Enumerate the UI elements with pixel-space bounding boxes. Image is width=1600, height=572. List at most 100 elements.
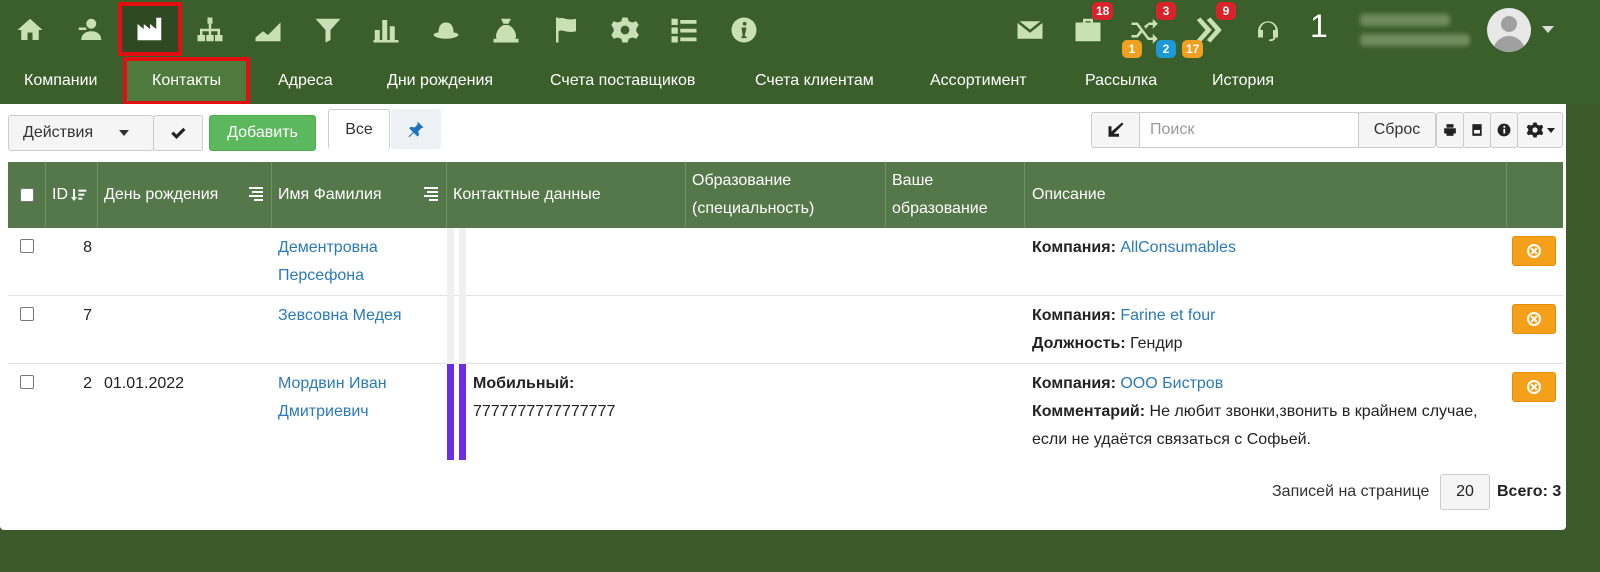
row-description: Компания: ООО Бистров Комментарий: Не лю… bbox=[1032, 370, 1502, 454]
row-description: Компания: Farine et four Должность: Генд… bbox=[1032, 302, 1216, 358]
print-button[interactable] bbox=[1436, 112, 1464, 148]
actions-dropdown[interactable]: Действия bbox=[8, 115, 154, 151]
apply-button[interactable] bbox=[153, 115, 203, 151]
tab-history[interactable]: История bbox=[1212, 58, 1274, 104]
table-row[interactable]: 2 01.01.2022 Мордвин Иван Дмитриевич Моб… bbox=[8, 364, 1563, 460]
caret-down-icon bbox=[1546, 127, 1555, 133]
select-all-checkbox[interactable] bbox=[19, 188, 34, 202]
info-icon[interactable] bbox=[724, 10, 764, 50]
col-description[interactable]: Описание bbox=[1025, 162, 1507, 228]
home-icon[interactable] bbox=[10, 10, 50, 50]
actions-label: Действия bbox=[23, 124, 94, 141]
contact-stripe bbox=[447, 296, 454, 364]
col-description-label: Описание bbox=[1032, 186, 1106, 203]
row-checkbox[interactable] bbox=[20, 307, 34, 321]
delete-button[interactable] bbox=[1512, 304, 1556, 334]
export-button[interactable] bbox=[1463, 112, 1491, 148]
company-link[interactable]: ООО Бистров bbox=[1120, 375, 1223, 392]
contact-name-line-1: Дементровна bbox=[278, 239, 378, 256]
select-all-cell bbox=[8, 162, 46, 228]
row-checkbox[interactable] bbox=[20, 239, 34, 253]
col-education[interactable]: Образование (специальность) bbox=[686, 162, 886, 228]
factory-icon[interactable] bbox=[118, 2, 182, 56]
collapse-search-button[interactable] bbox=[1091, 112, 1140, 148]
row-id: 2 bbox=[83, 375, 92, 392]
per-page-select[interactable]: 20 bbox=[1440, 474, 1490, 510]
col-birthday-label: День рождения bbox=[104, 186, 219, 203]
hat-icon[interactable] bbox=[426, 10, 466, 50]
chevron-down-icon[interactable] bbox=[1542, 26, 1554, 33]
gear-icon[interactable] bbox=[605, 10, 645, 50]
tab-addresses[interactable]: Адреса bbox=[278, 58, 333, 104]
caret-down-icon bbox=[119, 130, 130, 136]
delete-button[interactable] bbox=[1512, 236, 1556, 266]
company-link[interactable]: AllConsumables bbox=[1120, 239, 1236, 256]
area-chart-icon[interactable] bbox=[248, 10, 288, 50]
col-your-education-label-1: Ваше bbox=[892, 172, 934, 189]
tab-contacts[interactable]: Контакты bbox=[122, 57, 251, 105]
col-contacts[interactable]: Контактные данные bbox=[447, 162, 686, 228]
comment-line-1: Не любит звонки,звонить в крайнем случае… bbox=[1149, 403, 1478, 420]
contact-name-link[interactable]: Дементровна Персефона bbox=[278, 234, 378, 290]
table-row[interactable]: 7 Зевсовна Медея Компания: Farine et fou… bbox=[8, 296, 1563, 364]
top-icon-bar: 18 1 3 2 9 17 1 bbox=[0, 0, 1600, 58]
col-actions bbox=[1507, 162, 1563, 228]
money-bag-icon[interactable] bbox=[486, 10, 526, 50]
contact-stripe bbox=[459, 364, 466, 460]
remove-circle-icon bbox=[1527, 244, 1541, 258]
contact-name-line-1: Зевсовна Медея bbox=[278, 307, 402, 324]
col-education-label-2: (специальность) bbox=[692, 200, 815, 217]
checkmark-icon bbox=[171, 127, 186, 139]
contact-name-link[interactable]: Зевсовна Медея bbox=[278, 302, 402, 330]
tab-supplier-invoices[interactable]: Счета поставщиков bbox=[550, 58, 695, 104]
col-your-education[interactable]: Ваше образование bbox=[886, 162, 1025, 228]
col-id[interactable]: ID bbox=[46, 162, 98, 228]
avatar[interactable] bbox=[1487, 8, 1531, 52]
col-name[interactable]: Имя Фамилия bbox=[272, 162, 447, 228]
contact-name-line-2: Персефона bbox=[278, 267, 364, 284]
filter-tab-all[interactable]: Все bbox=[328, 109, 390, 149]
tab-companies[interactable]: Компании bbox=[24, 58, 98, 104]
contact-stripe bbox=[459, 228, 466, 296]
tab-birthdays[interactable]: Дни рождения bbox=[387, 58, 493, 104]
reset-button[interactable]: Сброс bbox=[1358, 112, 1436, 148]
per-page-label: Записей на странице bbox=[1272, 483, 1430, 500]
filter-icon[interactable] bbox=[308, 10, 348, 50]
envelope-icon[interactable] bbox=[1010, 10, 1050, 50]
contact-stripe bbox=[459, 296, 466, 364]
table-row[interactable]: 8 Дементровна Персефона Компания: AllCon… bbox=[8, 228, 1563, 296]
list-icon[interactable] bbox=[664, 10, 704, 50]
add-button[interactable]: Добавить bbox=[209, 115, 316, 151]
forward-sub-badge: 17 bbox=[1182, 40, 1204, 58]
contact-stripe bbox=[447, 228, 454, 296]
remove-circle-icon bbox=[1527, 380, 1541, 394]
search-input[interactable] bbox=[1139, 112, 1359, 148]
contacts-icon[interactable] bbox=[70, 10, 110, 50]
position-label: Должность: bbox=[1032, 335, 1126, 352]
pin-tab[interactable] bbox=[391, 109, 441, 149]
row-contacts: Мобильный: 7777777777777777 bbox=[473, 370, 615, 426]
org-structure-icon[interactable] bbox=[190, 10, 230, 50]
user-name-blurred[interactable] bbox=[1360, 10, 1470, 50]
gear-icon bbox=[1526, 122, 1543, 138]
row-birthday: 01.01.2022 bbox=[104, 375, 185, 392]
tab-client-invoices[interactable]: Счета клиентам bbox=[755, 58, 874, 104]
headset-icon[interactable] bbox=[1248, 10, 1288, 50]
position-value: Гендир bbox=[1130, 335, 1183, 352]
col-contacts-label: Контактные данные bbox=[453, 186, 601, 203]
row-id: 7 bbox=[83, 307, 92, 324]
bar-chart-icon[interactable] bbox=[366, 10, 406, 50]
tab-mailing[interactable]: Рассылка bbox=[1085, 58, 1157, 104]
company-label: Компания: bbox=[1032, 375, 1116, 392]
sort-icon bbox=[249, 187, 263, 201]
row-checkbox[interactable] bbox=[20, 375, 34, 389]
tab-assortment[interactable]: Ассортимент bbox=[930, 58, 1027, 104]
company-link[interactable]: Farine et four bbox=[1120, 307, 1215, 324]
delete-button[interactable] bbox=[1512, 372, 1556, 402]
flag-icon[interactable] bbox=[546, 10, 586, 50]
settings-dropdown[interactable] bbox=[1517, 112, 1563, 148]
remove-circle-icon bbox=[1527, 312, 1541, 326]
contact-name-link[interactable]: Мордвин Иван Дмитриевич bbox=[278, 370, 387, 426]
col-birthday[interactable]: День рождения bbox=[98, 162, 272, 228]
info-button[interactable] bbox=[1490, 112, 1518, 148]
